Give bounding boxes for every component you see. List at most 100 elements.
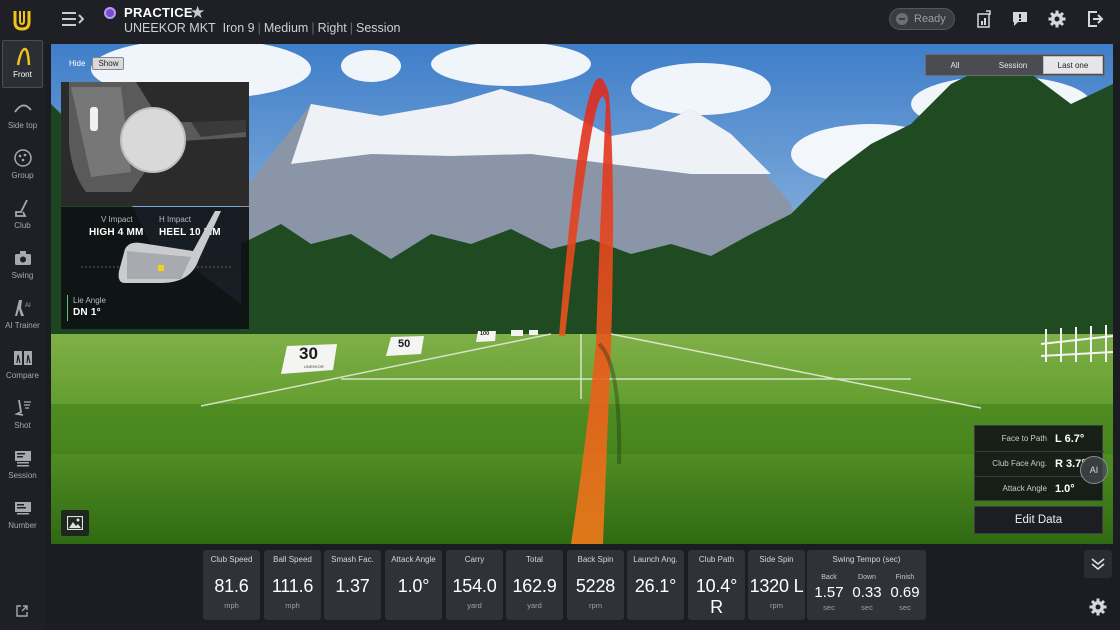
sidebar-item-label: Number — [8, 521, 37, 530]
sidebar-item-number[interactable]: Number — [2, 492, 43, 540]
tile-value: 5228 — [575, 576, 616, 596]
sidebar-item-ai-trainer[interactable]: AI AI Trainer — [2, 292, 43, 340]
hide-button[interactable]: Hide — [66, 59, 88, 68]
sign-30-brand: UNEEKOR — [304, 364, 324, 369]
tempo-back-value: 1.57 — [814, 584, 844, 601]
group-icon — [13, 149, 32, 167]
tile-launch-angle[interactable]: Launch Ang. 26.1° — [627, 550, 684, 620]
tile-club-speed[interactable]: Club Speed 81.6 mph — [203, 550, 260, 620]
scope-select[interactable]: Session — [356, 21, 400, 35]
tile-total[interactable]: Total 162.9 yard — [506, 550, 563, 620]
tile-side-spin[interactable]: Side Spin 1320 L rpm — [748, 550, 805, 620]
sidebar-item-label: Front — [13, 70, 32, 79]
report-icon[interactable] — [975, 10, 993, 28]
collapse-data-button[interactable] — [1084, 550, 1112, 578]
sign-100-label: 100 — [480, 331, 490, 337]
image-icon — [67, 516, 83, 530]
sidebar-item-swing[interactable]: Swing — [2, 242, 43, 290]
session-icon — [14, 451, 31, 467]
sidebar-item-label: Shot — [14, 421, 31, 430]
sidebar-item-side-top[interactable]: Side top — [2, 92, 43, 140]
ai-assistant-button[interactable]: AI — [1080, 456, 1108, 484]
tile-unit: mph — [285, 601, 300, 610]
exit-icon[interactable] — [1086, 10, 1104, 28]
tile-swing-tempo[interactable]: Swing Tempo (sec) Back 1.57 sec Down 0.3… — [807, 550, 926, 620]
edit-data-button[interactable]: Edit Data — [974, 506, 1103, 534]
tile-attack-angle[interactable]: Attack Angle 1.0° — [385, 550, 442, 620]
lie-angle-value: DN 1° — [73, 307, 101, 318]
tile-label: Club Speed — [210, 555, 253, 564]
tile-value: 81.6 — [214, 576, 249, 596]
session-subtitle: UNEEKOR MKT Iron 9 | Medium | Right | Session — [124, 21, 401, 35]
filter-last-one-button[interactable]: Last one — [1043, 56, 1103, 74]
tempo-finish-label: Finish — [895, 574, 915, 581]
show-button[interactable]: Show — [92, 56, 125, 70]
ai-trainer-icon: AI — [14, 300, 31, 316]
gear-icon[interactable] — [1048, 10, 1066, 28]
sign-30-label: 30 — [299, 344, 318, 363]
tile-value: 154.0 — [452, 576, 497, 596]
svg-text:AI: AI — [25, 303, 31, 309]
tile-value: 1.37 — [335, 576, 370, 596]
sidebar-item-session[interactable]: Session — [2, 442, 43, 490]
uneekor-logo-icon — [13, 11, 31, 31]
sidebar-item-label: Session — [8, 471, 37, 480]
tile-club-path[interactable]: Club Path 10.4° R — [688, 550, 745, 620]
tempo-back: Back 1.57 sec — [809, 574, 849, 612]
clubhead-impact-icon — [81, 211, 231, 283]
impact-visibility-toggle: Hide Show — [66, 56, 125, 70]
tile-ball-speed[interactable]: Ball Speed 111.6 mph — [264, 550, 321, 620]
tile-label: Club Path — [698, 555, 735, 564]
sidebar-item-front[interactable]: Front — [2, 40, 43, 88]
tempo-back-label: Back — [821, 574, 837, 581]
tile-unit: yard — [527, 601, 542, 610]
screenshot-button[interactable] — [61, 510, 89, 536]
sidebar-item-group[interactable]: Group — [2, 142, 43, 190]
ready-button[interactable]: Ready — [889, 8, 955, 30]
hand-select[interactable]: Right — [318, 21, 347, 35]
tile-label: Launch Ang. — [633, 555, 678, 564]
shot-data-bar: Club Speed 81.6 mph Ball Speed 111.6 mph… — [0, 544, 1120, 630]
tile-label: Attack Angle — [391, 555, 436, 564]
club-face-label: Club Face Ang. — [992, 459, 1047, 468]
data-settings-gear-icon[interactable] — [1089, 598, 1107, 616]
impact-info-panel: V Impact HIGH 4 MM H Impact HEEL 10 MM L… — [61, 207, 249, 329]
ready-status-icon — [896, 13, 908, 25]
menu-icon[interactable] — [62, 10, 84, 28]
shot-icon — [13, 399, 31, 416]
attack-angle-value: 1.0° — [1055, 482, 1075, 495]
attack-angle-label: Attack Angle — [1002, 484, 1047, 493]
sidebar-item-club[interactable]: Club — [2, 192, 43, 240]
tile-value: 111.6 — [271, 576, 314, 596]
club-select[interactable]: Iron 9 — [223, 21, 255, 35]
sidebar-item-shot[interactable]: Shot — [2, 392, 43, 440]
tempo-down-label: Down — [858, 574, 876, 581]
tile-carry[interactable]: Carry 154.0 yard — [446, 550, 503, 620]
filter-session-button[interactable]: Session — [984, 55, 1042, 75]
tile-value: 10.4° R — [695, 576, 738, 617]
sidebar-item-compare[interactable]: Compare — [2, 342, 43, 390]
session-name: UNEEKOR MKT — [124, 21, 216, 35]
tile-back-spin[interactable]: Back Spin 5228 rpm — [567, 550, 624, 620]
mode-title: PRACTICE — [124, 5, 193, 20]
club-icon — [14, 199, 28, 217]
compare-icon — [13, 351, 32, 365]
tempo-label: Swing Tempo (sec) — [832, 555, 901, 564]
tile-value: 1.0° — [397, 576, 430, 596]
tempo-down: Down 0.33 sec — [847, 574, 887, 612]
tile-value: 1320 L — [749, 576, 804, 596]
ready-label: Ready — [914, 13, 946, 25]
star-icon[interactable]: ★ — [190, 4, 205, 21]
sidebar-item-label: Swing — [11, 271, 34, 280]
top-bar: PRACTICE ★ UNEEKOR MKT Iron 9 | Medium | Rig… — [0, 0, 1120, 44]
tempo-finish-unit: sec — [899, 603, 911, 612]
filter-all-button[interactable]: All — [926, 55, 984, 75]
tee-select[interactable]: Medium — [264, 21, 308, 35]
message-icon[interactable] — [1011, 10, 1029, 28]
tile-label: Ball Speed — [273, 555, 312, 564]
sidebar-item-label: Compare — [6, 371, 39, 380]
tile-smash-factor[interactable]: Smash Fac. 1.37 — [324, 550, 381, 620]
tile-unit: rpm — [770, 601, 783, 610]
face-to-path-row: Face to Path L 6.7° — [975, 426, 1104, 451]
front-view-icon — [16, 47, 30, 66]
